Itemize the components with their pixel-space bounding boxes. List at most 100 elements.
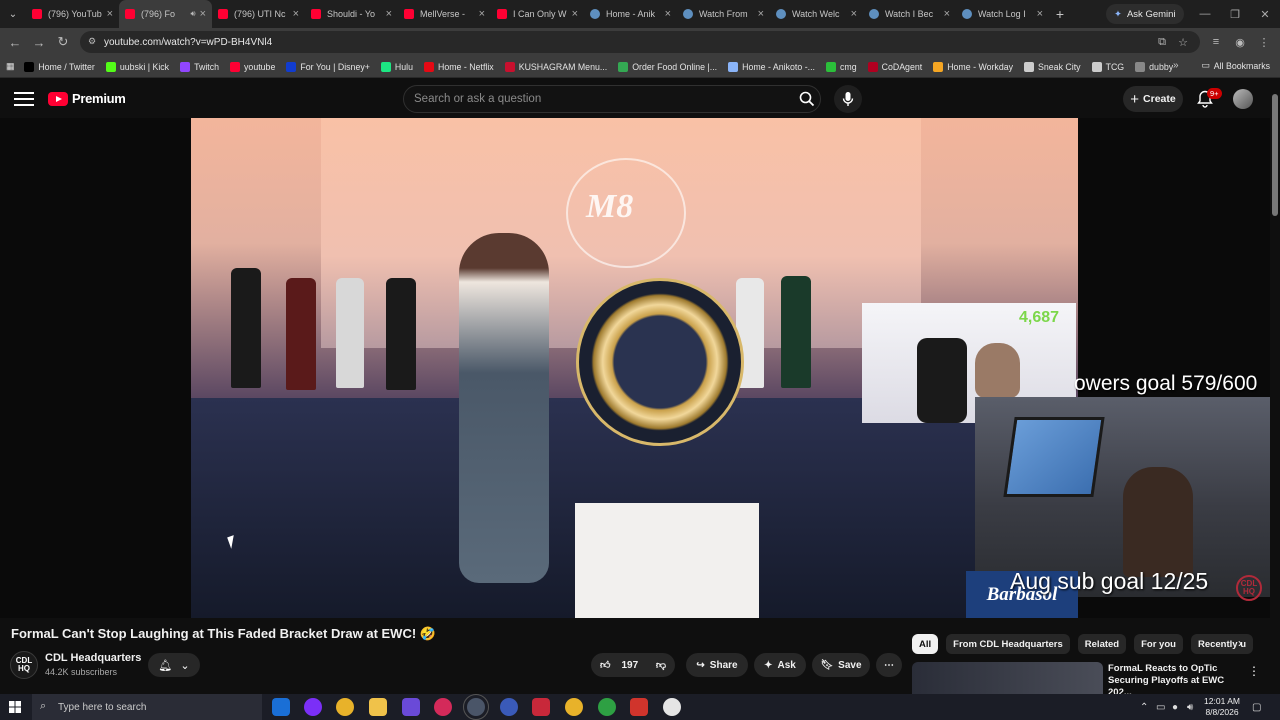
close-tab-icon[interactable]: × xyxy=(200,8,206,20)
obs-icon[interactable] xyxy=(463,694,489,720)
url-field[interactable]: ⚙ youtube.com/watch?v=wPD-BH4VNl4 xyxy=(80,31,1200,53)
close-tab-icon[interactable]: × xyxy=(665,8,671,20)
chrome-icon[interactable] xyxy=(565,698,583,716)
chrome-icon[interactable] xyxy=(598,698,616,716)
reload-button[interactable]: ↻ xyxy=(51,30,75,54)
taskbar-app-icon[interactable] xyxy=(304,698,322,716)
taskbar-clock[interactable]: 12:01 AM 8/8/2026 xyxy=(1200,696,1244,718)
bookmark-item[interactable]: Home - Netflix xyxy=(423,61,494,72)
browser-tab[interactable]: I Can Only W × xyxy=(491,0,584,28)
taskbar-app-icon[interactable] xyxy=(272,698,290,716)
bookmark-item[interactable]: Home - Anikoto -... xyxy=(728,61,815,72)
filter-chip[interactable]: From CDL Headquarters xyxy=(946,634,1070,654)
channel-avatar[interactable]: CDL HQ xyxy=(10,651,38,679)
ask-gemini-button[interactable]: ✦ Ask Gemini xyxy=(1106,4,1184,24)
adobe-icon[interactable] xyxy=(630,698,648,716)
bookmark-item[interactable]: CoDAgent xyxy=(867,61,922,72)
browser-tab[interactable]: Watch Welc × xyxy=(770,0,863,28)
network-icon[interactable]: ▭ xyxy=(1156,694,1165,720)
search-input[interactable]: Search or ask a question xyxy=(403,85,821,113)
bookmark-item[interactable]: Twitch xyxy=(180,61,219,72)
close-tab-icon[interactable]: × xyxy=(293,8,299,20)
audio-playing-icon[interactable]: 🔊︎ xyxy=(191,9,196,19)
browser-tab[interactable]: (796) Fo 🔊︎ × xyxy=(119,0,212,28)
maximize-button[interactable]: ❐ xyxy=(1220,0,1250,28)
browser-tab[interactable]: (796) UTI Nc × xyxy=(212,0,305,28)
browser-menu-icon[interactable]: ⋮ xyxy=(1254,32,1274,52)
bookmark-item[interactable]: Order Food Online |... xyxy=(618,61,717,72)
filter-chip[interactable]: For you xyxy=(1134,634,1183,654)
taskbar-app-icon[interactable] xyxy=(500,698,518,716)
browser-tab[interactable]: (796) YouTub × xyxy=(26,0,119,28)
tray-chevron-icon[interactable]: ⌃ xyxy=(1140,694,1148,720)
taskbar-app-icon[interactable] xyxy=(434,698,452,716)
all-bookmarks-button[interactable]: ▭ All Bookmarks xyxy=(1201,60,1270,71)
bookmark-item[interactable]: Home - Workday xyxy=(933,61,1013,72)
bookmark-item[interactable]: uubski | Kick xyxy=(105,61,169,72)
minimize-button[interactable]: — xyxy=(1190,0,1220,28)
dislike-button[interactable]: 👎︎ xyxy=(646,653,676,677)
media-controls-icon[interactable]: ≡ xyxy=(1206,32,1226,52)
bookmark-item[interactable]: youtube xyxy=(230,61,275,72)
install-app-icon[interactable]: ⧉ xyxy=(1152,32,1172,52)
filter-chip[interactable]: Recently u xyxy=(1190,634,1253,654)
notification-center-icon[interactable]: ▢ xyxy=(1252,694,1261,720)
search-icon[interactable] xyxy=(796,88,818,110)
scrollbar-thumb[interactable] xyxy=(1272,94,1278,216)
filter-chip[interactable]: Related xyxy=(1077,634,1127,654)
close-tab-icon[interactable]: × xyxy=(1037,8,1043,20)
taskbar-app-icon[interactable] xyxy=(532,698,550,716)
close-tab-icon[interactable]: × xyxy=(386,8,392,20)
bookmark-item[interactable]: cmg xyxy=(825,61,857,72)
back-button[interactable]: ← xyxy=(3,30,27,54)
youtube-logo[interactable]: Premium xyxy=(48,91,126,106)
video-player[interactable]: M8 4,687 owers goal 579/600 Barbasol Aug… xyxy=(0,118,1270,618)
page-scrollbar[interactable] xyxy=(1270,78,1280,696)
chevron-right-icon[interactable]: › xyxy=(1238,636,1242,650)
taskbar-search-input[interactable]: ⌕ Type here to search xyxy=(32,694,262,720)
bookmark-item[interactable]: Hulu xyxy=(380,61,413,72)
bookmark-item[interactable]: TCG xyxy=(1091,61,1124,72)
apps-grid-icon[interactable]: ▦ xyxy=(6,61,14,72)
filter-chip[interactable]: All xyxy=(912,634,939,654)
share-button[interactable]: ↪ Share xyxy=(686,653,748,677)
volume-icon[interactable]: 🔊︎ xyxy=(1187,694,1193,720)
save-button[interactable]: 🔖︎ Save xyxy=(812,653,870,677)
guide-menu-icon[interactable] xyxy=(14,90,34,108)
recommended-video-thumbnail[interactable] xyxy=(912,662,1103,696)
tab-search-chevron-icon[interactable]: ⌄ xyxy=(0,0,26,28)
bookmark-item[interactable]: Sneak City xyxy=(1024,61,1081,72)
close-tab-icon[interactable]: × xyxy=(851,8,857,20)
windows-start-icon[interactable] xyxy=(0,694,30,720)
microphone-icon[interactable]: ● xyxy=(1172,694,1178,720)
browser-tab[interactable]: MellVerse - × xyxy=(398,0,491,28)
more-actions-button[interactable]: ⋯ xyxy=(876,653,902,677)
browser-tab[interactable]: Watch I Bec × xyxy=(863,0,956,28)
close-tab-icon[interactable]: × xyxy=(107,8,113,20)
ask-button[interactable]: ✦ Ask xyxy=(754,653,806,677)
more-bookmarks-icon[interactable]: » xyxy=(1173,60,1179,71)
profile-icon[interactable]: ◉ xyxy=(1230,32,1250,52)
browser-tab[interactable]: Watch Log I × xyxy=(956,0,1049,28)
new-tab-button[interactable]: + xyxy=(1049,6,1071,22)
bookmark-item[interactable]: Home / Twitter xyxy=(24,61,95,72)
create-button[interactable]: + Create xyxy=(1123,86,1183,112)
close-tab-icon[interactable]: × xyxy=(572,8,578,20)
bookmark-item[interactable]: dubby xyxy=(1135,61,1173,72)
browser-tab[interactable]: Watch From × xyxy=(677,0,770,28)
voice-search-icon[interactable] xyxy=(834,85,862,113)
close-tab-icon[interactable]: × xyxy=(479,8,485,20)
forward-button[interactable]: → xyxy=(27,30,51,54)
account-avatar[interactable] xyxy=(1233,89,1253,109)
bookmark-star-icon[interactable]: ☆ xyxy=(1173,32,1193,52)
taskbar-app-icon[interactable] xyxy=(402,698,420,716)
channel-name[interactable]: CDL Headquarters xyxy=(45,652,141,664)
close-tab-icon[interactable]: × xyxy=(758,8,764,20)
bookmark-item[interactable]: For You | Disney+ xyxy=(286,61,370,72)
bookmark-item[interactable]: KUSHAGRAM Menu... xyxy=(504,61,607,72)
subscription-notifications-button[interactable]: 🔔︎ ⌄ xyxy=(148,653,200,677)
close-window-button[interactable]: ✕ xyxy=(1250,0,1280,28)
clock-app-icon[interactable] xyxy=(663,698,681,716)
more-vertical-icon[interactable]: ⋮ xyxy=(1248,664,1260,678)
close-tab-icon[interactable]: × xyxy=(944,8,950,20)
